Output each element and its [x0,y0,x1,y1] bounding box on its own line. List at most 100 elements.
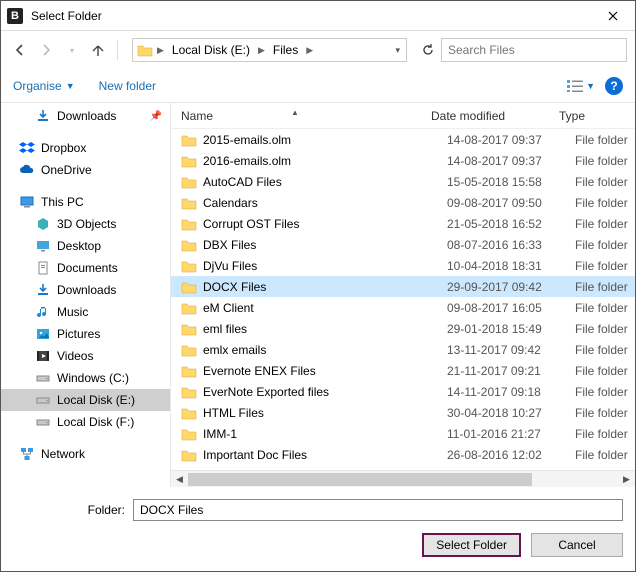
cell-name: eM Client [203,301,447,315]
table-row[interactable]: AutoCAD Files15-05-2018 15:58File folder [171,171,635,192]
table-row[interactable]: HTML Files30-04-2018 10:27File folder [171,402,635,423]
cell-name: IMM-1 [203,427,447,441]
table-row[interactable]: Corrupt OST Files21-05-2018 16:52File fo… [171,213,635,234]
sidebar-item[interactable]: Music [1,301,170,323]
table-row[interactable]: Evernote ENEX Files21-11-2017 09:21File … [171,360,635,381]
sidebar-item-label: This PC [41,195,84,209]
cell-name: Corrupt OST Files [203,217,447,231]
chevron-right-icon: ▶ [306,45,313,56]
cell-type: File folder [575,343,628,357]
cell-date: 15-05-2018 15:58 [447,175,575,189]
table-row[interactable]: eml files29-01-2018 15:49File folder [171,318,635,339]
cell-date: 14-08-2017 09:37 [447,154,575,168]
sidebar-item-label: Music [57,305,88,319]
table-row[interactable]: Calendars09-08-2017 09:50File folder [171,192,635,213]
cell-type: File folder [575,196,628,210]
cell-date: 08-07-2016 16:33 [447,238,575,252]
recent-dropdown[interactable]: ▾ [61,39,83,61]
sidebar-item-label: OneDrive [41,163,92,177]
table-row[interactable]: Important Doc Files26-08-2016 12:02File … [171,444,635,465]
horizontal-scrollbar[interactable]: ◀ ▶ [171,470,635,487]
select-folder-button[interactable]: Select Folder [422,533,521,557]
table-row[interactable]: 2016-emails.olm14-08-2017 09:37File fold… [171,150,635,171]
breadcrumb-segment[interactable]: Files [269,41,302,59]
table-row[interactable]: DjVu Files10-04-2018 18:31File folder [171,255,635,276]
cell-name: Calendars [203,196,447,210]
column-date[interactable]: Date modified [431,109,559,123]
documents-icon [35,260,51,276]
column-type[interactable]: Type [559,109,635,123]
table-row[interactable]: Important PDF Files04-08-2016 12:49File … [171,465,635,470]
sidebar-item[interactable]: Downloads [1,279,170,301]
address-dropdown-icon[interactable]: ▾ [395,45,400,56]
column-name[interactable]: Name ▲ [181,109,431,123]
sidebar-item-label: Desktop [57,239,101,253]
sidebar-item-label: 3D Objects [57,217,116,231]
table-row[interactable]: DOCX Files29-09-2017 09:42File folder [171,276,635,297]
cell-type: File folder [575,217,628,231]
cell-date: 30-04-2018 10:27 [447,406,575,420]
scroll-left-icon[interactable]: ◀ [171,471,188,488]
cell-name: 2015-emails.olm [203,133,447,147]
organise-button[interactable]: Organise ▼ [13,79,75,93]
sidebar-item[interactable]: Network [1,443,170,465]
search-placeholder: Search Files [448,43,515,57]
chevron-down-icon: ▼ [66,81,75,91]
cell-date: 21-05-2018 16:52 [447,217,575,231]
scroll-thumb[interactable] [188,473,532,486]
view-button[interactable]: ▼ [566,79,595,93]
sidebar: Downloads📌 Dropbox OneDrive This PC 3D Objec… [1,103,171,487]
sidebar-item[interactable]: Windows (C:) [1,367,170,389]
sidebar-item-label: Dropbox [41,141,86,155]
search-input[interactable]: Search Files [441,38,627,62]
sidebar-item[interactable]: This PC [1,191,170,213]
sidebar-item[interactable]: Videos [1,345,170,367]
sidebar-item[interactable]: OneDrive [1,159,170,181]
title-bar: B Select Folder [1,1,635,31]
back-button[interactable] [9,39,31,61]
toolbar: Organise ▼ New folder ▼ ? [1,69,635,103]
network-icon [19,446,35,462]
breadcrumb-segment[interactable]: Local Disk (E:) [168,41,254,59]
cell-type: File folder [575,406,628,420]
sidebar-item-label: Downloads [57,109,116,123]
cell-type: File folder [575,175,628,189]
sidebar-item[interactable]: Desktop [1,235,170,257]
sidebar-item[interactable]: Local Disk (E:) [1,389,170,411]
cell-name: emlx emails [203,343,447,357]
sidebar-item[interactable]: Documents [1,257,170,279]
cell-name: DjVu Files [203,259,447,273]
sidebar-item[interactable]: 3D Objects [1,213,170,235]
cell-name: Important Doc Files [203,448,447,462]
sidebar-item[interactable]: Local Disk (F:) [1,411,170,433]
sidebar-item-label: Network [41,447,85,461]
up-button[interactable] [87,39,109,61]
refresh-button[interactable] [419,41,437,59]
table-row[interactable]: EverNote Exported files14-11-2017 09:18F… [171,381,635,402]
forward-button[interactable] [35,39,57,61]
help-button[interactable]: ? [605,77,623,95]
file-list[interactable]: 2015-emails.olm14-08-2017 09:37File fold… [171,129,635,470]
folder-input[interactable] [133,499,623,521]
sidebar-item[interactable]: Pictures [1,323,170,345]
sidebar-item-label: Local Disk (E:) [57,393,135,407]
cell-date: 29-01-2018 15:49 [447,322,575,336]
address-bar[interactable]: ▶ Local Disk (E:) ▶ Files ▶ ▾ [132,38,407,62]
close-button[interactable] [591,1,635,31]
sidebar-item[interactable]: Dropbox [1,137,170,159]
table-row[interactable]: 2015-emails.olm14-08-2017 09:37File fold… [171,129,635,150]
sidebar-item[interactable]: Downloads📌 [1,105,170,127]
folder-label: Folder: [13,503,125,517]
table-row[interactable]: emlx emails13-11-2017 09:42File folder [171,339,635,360]
scroll-right-icon[interactable]: ▶ [618,471,635,488]
drive-icon [35,370,51,386]
cell-name: EverNote Exported files [203,385,447,399]
desktop-icon [35,238,51,254]
table-row[interactable]: eM Client09-08-2017 16:05File folder [171,297,635,318]
sidebar-item-label: Downloads [57,283,116,297]
table-row[interactable]: IMM-111-01-2016 21:27File folder [171,423,635,444]
new-folder-button[interactable]: New folder [99,79,156,93]
cancel-button[interactable]: Cancel [531,533,623,557]
cell-date: 09-08-2017 16:05 [447,301,575,315]
table-row[interactable]: DBX Files08-07-2016 16:33File folder [171,234,635,255]
